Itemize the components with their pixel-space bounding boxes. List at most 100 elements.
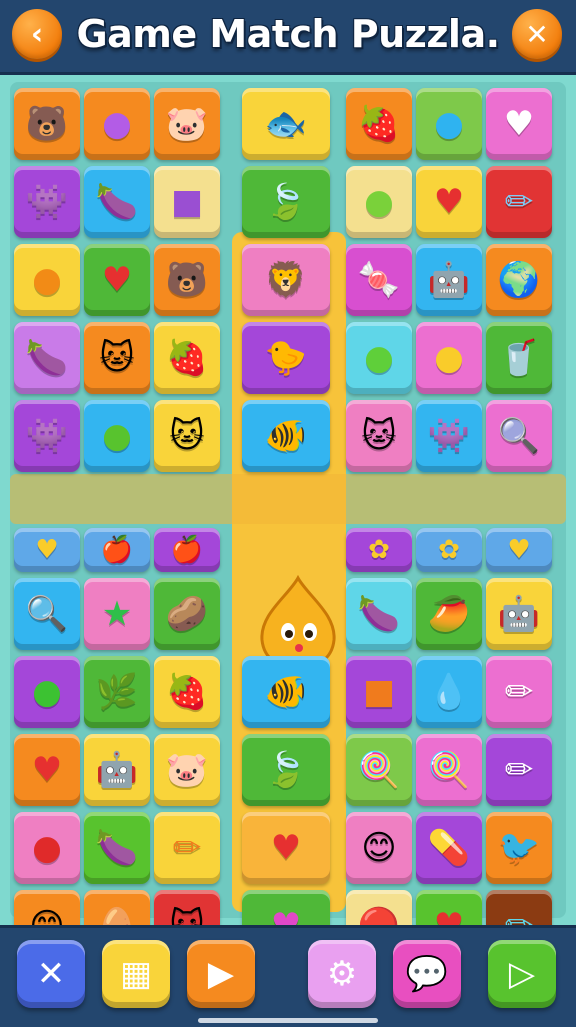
tile-crayon[interactable]: ✏ xyxy=(154,812,220,884)
tile-potato-face[interactable]: 🥔 xyxy=(154,578,220,650)
tile-pig-face[interactable]: 🐷 xyxy=(154,88,220,160)
tile-yellow-apple[interactable]: 🍎 xyxy=(154,528,220,572)
tile-yellow-bird[interactable]: 🐤 xyxy=(242,322,330,394)
tile-yellow-heart[interactable]: ♥ xyxy=(486,528,552,572)
tile-crayon[interactable]: ✏ xyxy=(486,734,552,806)
orange-block-icon: ■ xyxy=(362,672,396,712)
tile-purple-monster[interactable]: 👾 xyxy=(14,166,80,238)
bear-face-icon: 🐻 xyxy=(165,260,209,300)
tile-orange-ball[interactable]: ● xyxy=(14,244,80,316)
green-egg-icon: ● xyxy=(102,416,132,456)
tile-orange-fish[interactable]: 🐠 xyxy=(242,656,330,728)
tile-green-leaf[interactable]: 🍃 xyxy=(242,734,330,806)
tile-orange-block[interactable]: ■ xyxy=(346,656,412,728)
tile-purple-monster[interactable]: 👾 xyxy=(416,400,482,472)
tile-red-heart[interactable]: ♥ xyxy=(84,244,150,316)
tile-robot-block[interactable]: 🤖 xyxy=(416,244,482,316)
tile-strawberry[interactable]: 🍓 xyxy=(154,322,220,394)
purple-plum-icon: 🍆 xyxy=(25,338,69,378)
tile-planet[interactable]: 🌍 xyxy=(486,244,552,316)
next-button[interactable]: ▷ xyxy=(488,940,556,1008)
tile-red-popsicle[interactable]: 🍭 xyxy=(346,734,412,806)
back-button[interactable]: ‹ xyxy=(12,9,62,59)
tile-purple-plum[interactable]: 🍆 xyxy=(84,812,150,884)
tile-orange-face[interactable]: 😊 xyxy=(346,812,412,884)
tile-orange-fish[interactable]: 🐟 xyxy=(242,88,330,160)
tile-plant[interactable]: 🌿 xyxy=(84,656,150,728)
tile-orange-lion[interactable]: 🦁 xyxy=(242,244,330,316)
tile-robot-block[interactable]: 🤖 xyxy=(84,734,150,806)
tile-blue-ball[interactable]: ● xyxy=(416,88,482,160)
gear-icon: ⚙ xyxy=(326,954,358,994)
chat-button[interactable]: 💬 xyxy=(393,940,461,1008)
red-ball-icon: ● xyxy=(32,828,62,868)
yellow-bird-icon: 🐤 xyxy=(264,338,308,378)
tile-cat-face[interactable]: 🐱 xyxy=(346,400,412,472)
play-button[interactable]: ▶ xyxy=(187,940,255,1008)
red-heart-icon: ♥ xyxy=(101,260,133,300)
tile-green-candy[interactable]: 💊 xyxy=(416,812,482,884)
tile-purple-plum[interactable]: 🍆 xyxy=(346,578,412,650)
tile-yellow-heart[interactable]: ♥ xyxy=(14,528,80,572)
tile-mango-face[interactable]: 🥭 xyxy=(416,578,482,650)
tile-green-egg[interactable]: ● xyxy=(84,400,150,472)
crayon-icon: ✏ xyxy=(172,828,202,868)
top-bar: ‹ Game Match Puzzla. ✕ xyxy=(0,0,576,75)
tile-red-heart[interactable]: ♥ xyxy=(242,812,330,884)
tile-purple-lollipop[interactable]: 🍭 xyxy=(416,734,482,806)
yellow-balloon-icon: ● xyxy=(434,338,464,378)
tile-red-heart[interactable]: ♥ xyxy=(416,166,482,238)
tile-green-egg[interactable]: ● xyxy=(14,656,80,728)
tile-yellow-flower[interactable]: ✿ xyxy=(346,528,412,572)
crayon-icon: ✏ xyxy=(504,672,534,712)
tile-green-lime[interactable]: ● xyxy=(346,166,412,238)
tile-strawberry[interactable]: 🍓 xyxy=(154,656,220,728)
tile-orange-bird[interactable]: 🐦 xyxy=(486,812,552,884)
tile-strawberry-face[interactable]: 🍓 xyxy=(346,88,412,160)
tile-heart[interactable]: ♥ xyxy=(486,88,552,160)
tile-cup[interactable]: 🥤 xyxy=(486,322,552,394)
robot-block-icon: 🤖 xyxy=(427,260,471,300)
purple-ball-icon: ● xyxy=(102,104,132,144)
tile-yellow-apple[interactable]: 🍎 xyxy=(84,528,150,572)
tile-cat-face[interactable]: 🐱 xyxy=(84,322,150,394)
yellow-apple-icon: 🍎 xyxy=(100,535,134,565)
red-heart-icon: ♥ xyxy=(270,828,302,868)
tile-purple-monster[interactable]: 👾 xyxy=(14,400,80,472)
close-icon: ✕ xyxy=(525,17,549,51)
tile-magnifier[interactable]: 🔍 xyxy=(14,578,80,650)
tile-cat-face[interactable]: 🐱 xyxy=(154,400,220,472)
game-board: 🐻 ● 🐷 🐟 🍓 ● ♥ 👾 🍆 ■ 🍃 ● ♥ ✏ ● ♥ 🐻 🦁 🍬 🤖 🌍 🍆 🐱 🍓 🐤 ● ● 🥤 👾 ● 🐱 🐠 🐱 👾 🔍 ♥ 🍎 🍎 ✿ ✿… xyxy=(10,82,566,962)
tile-red-heart[interactable]: ♥ xyxy=(14,734,80,806)
tile-green-egg[interactable]: ● xyxy=(346,322,412,394)
tile-bear-face[interactable]: 🐻 xyxy=(14,88,80,160)
tile-crayon[interactable]: ✏ xyxy=(486,656,552,728)
tile-blue-drop[interactable]: 💧 xyxy=(416,656,482,728)
green-star-icon: ★ xyxy=(101,594,133,634)
chevron-left-icon: ‹ xyxy=(30,16,44,52)
tile-robot-block[interactable]: 🤖 xyxy=(486,578,552,650)
tile-green-star[interactable]: ★ xyxy=(84,578,150,650)
tile-red-ball[interactable]: ● xyxy=(14,812,80,884)
tile-crayon[interactable]: ✏ xyxy=(486,166,552,238)
grid-button[interactable]: ▦ xyxy=(102,940,170,1008)
tile-purple-plum[interactable]: 🍆 xyxy=(84,166,150,238)
tile-purple-plum[interactable]: 🍆 xyxy=(14,322,80,394)
tile-orange-fish[interactable]: 🐠 xyxy=(242,400,330,472)
yellow-heart-icon: ♥ xyxy=(35,535,59,565)
shuffle-button[interactable]: ✕ xyxy=(17,940,85,1008)
magnifier-icon: 🔍 xyxy=(497,416,541,456)
tile-yellow-flower[interactable]: ✿ xyxy=(416,528,482,572)
tile-magnifier[interactable]: 🔍 xyxy=(486,400,552,472)
tile-bear-face[interactable]: 🐻 xyxy=(154,244,220,316)
close-button[interactable]: ✕ xyxy=(512,9,562,59)
tile-candy[interactable]: 🍬 xyxy=(346,244,412,316)
tile-purple-block[interactable]: ■ xyxy=(154,166,220,238)
tile-green-leaf[interactable]: 🍃 xyxy=(242,166,330,238)
robot-block-icon: 🤖 xyxy=(95,750,139,790)
tile-pig-face[interactable]: 🐷 xyxy=(154,734,220,806)
tile-yellow-balloon[interactable]: ● xyxy=(416,322,482,394)
tile-purple-ball[interactable]: ● xyxy=(84,88,150,160)
board-lane-cross xyxy=(10,474,566,524)
settings-button[interactable]: ⚙ xyxy=(308,940,376,1008)
